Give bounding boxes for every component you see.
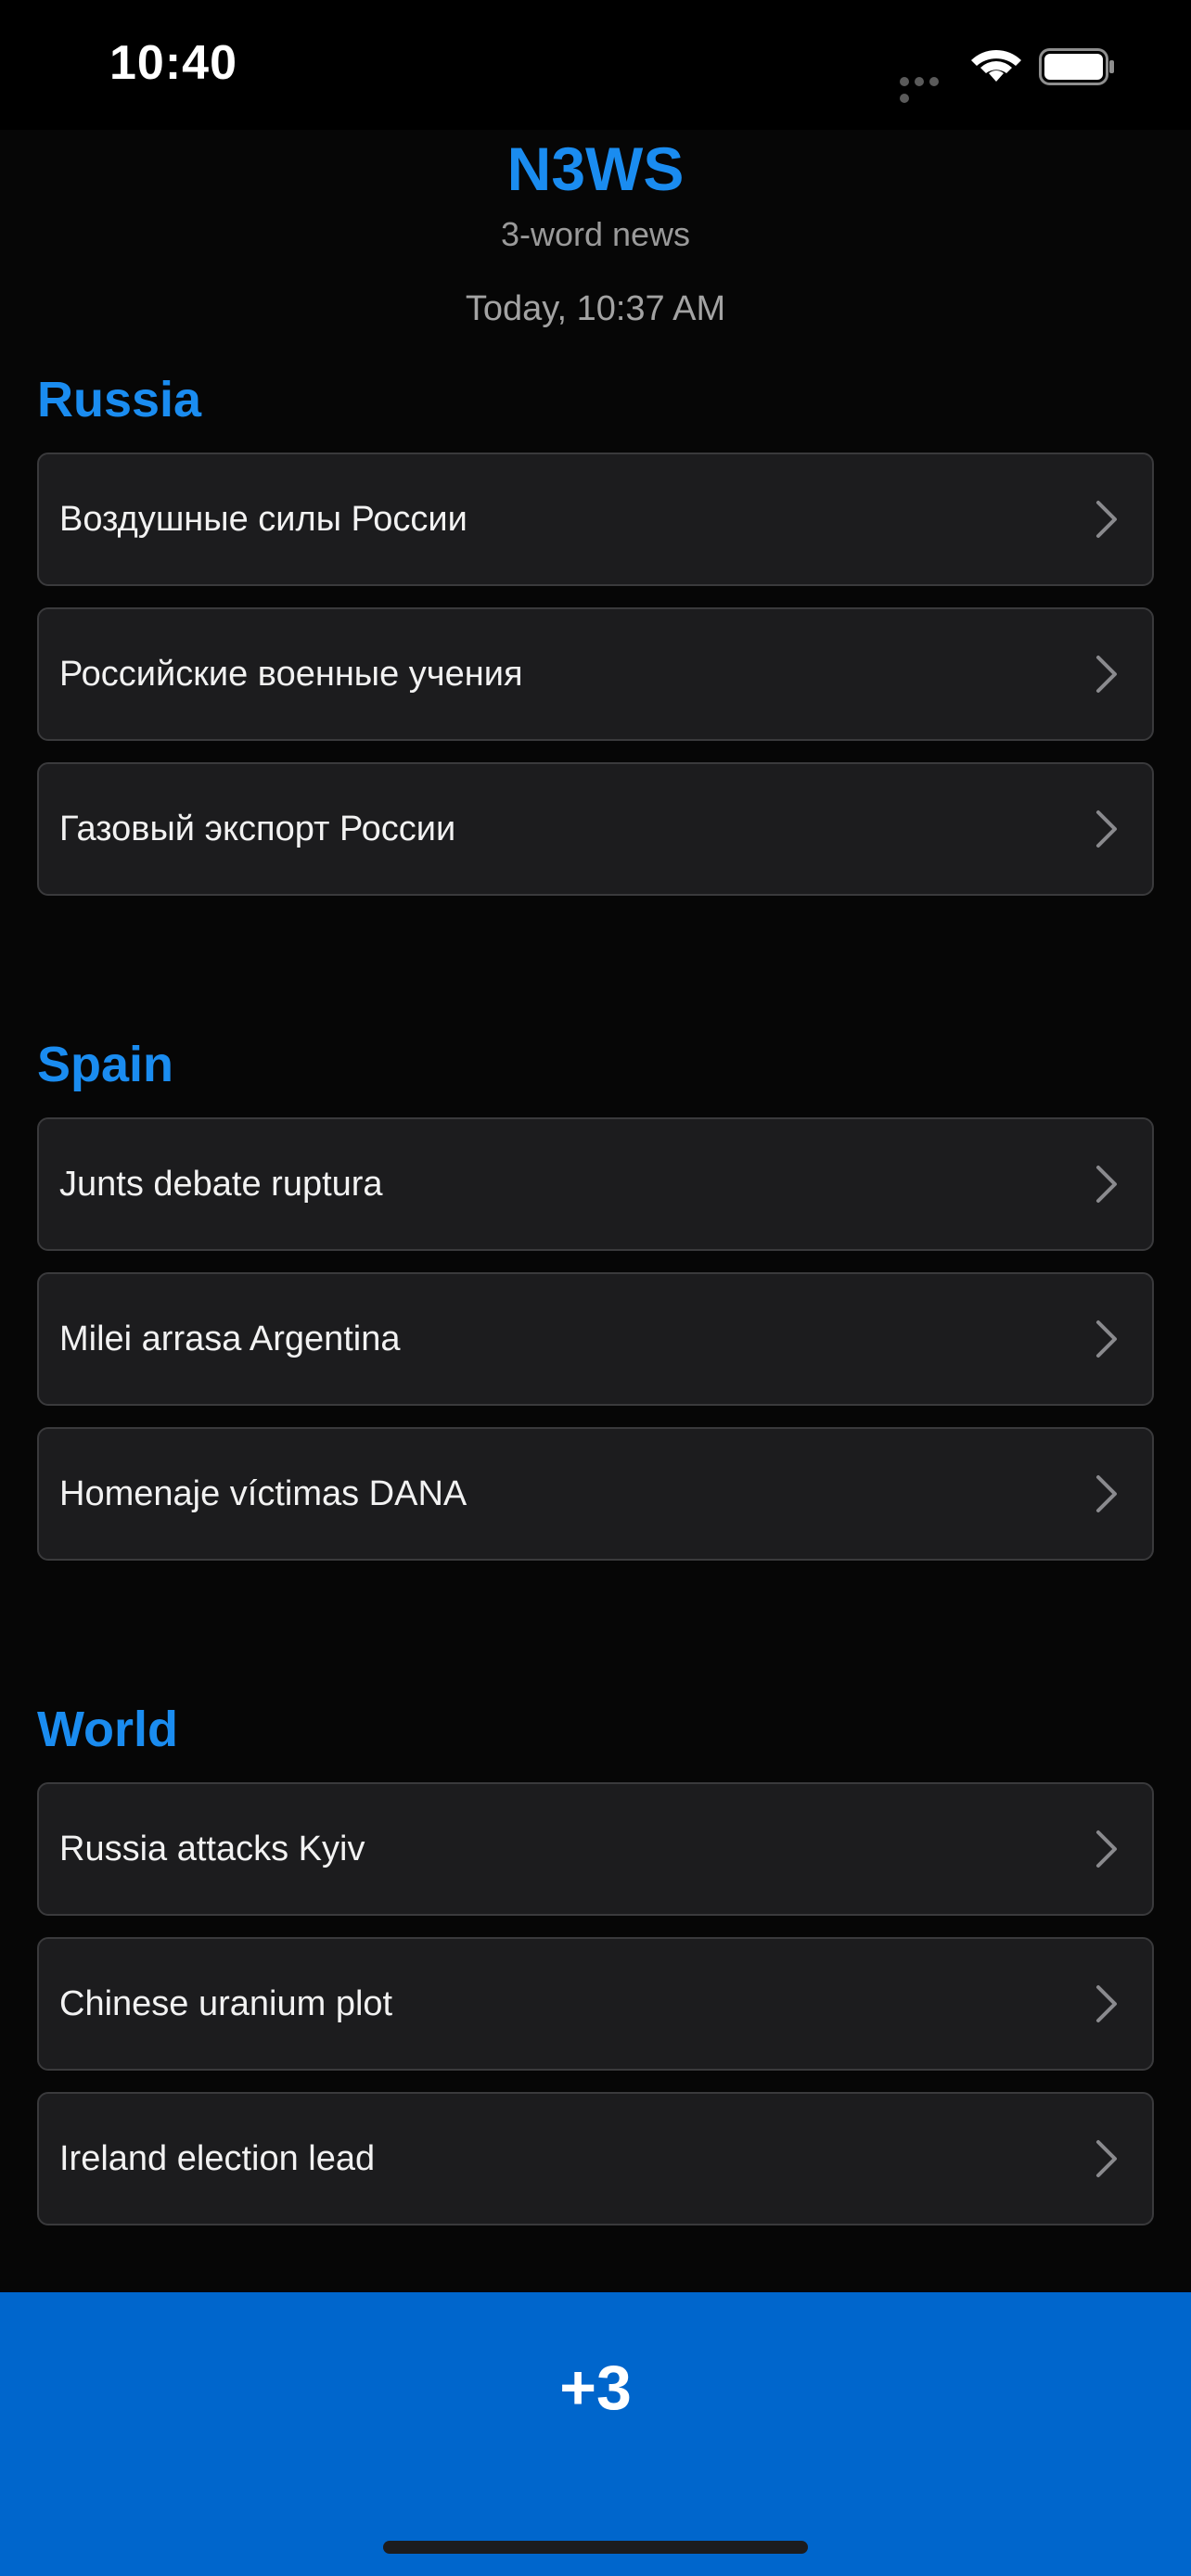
chevron-right-icon	[1096, 1985, 1117, 2022]
app-subtitle: 3-word news	[500, 215, 691, 253]
chevron-right-icon	[1096, 2140, 1117, 2177]
battery-icon	[1039, 48, 1114, 85]
news-item[interactable]: Ireland election lead	[37, 2092, 1154, 2225]
chevron-right-icon	[1096, 656, 1117, 693]
news-item-label: Russia attacks Kyiv	[59, 1829, 365, 1868]
app-title: N3WS	[506, 134, 685, 203]
news-item-label: Газовый экспорт России	[59, 809, 456, 848]
news-item[interactable]: Russia attacks Kyiv	[37, 1782, 1154, 1916]
news-item-label: Российские военные учения	[59, 654, 523, 694]
section-russia: Russia Воздушные силы России Российские …	[37, 367, 1154, 896]
section-title: World	[37, 1702, 178, 1757]
news-item-label: Воздушные силы России	[59, 499, 467, 539]
more-news-button[interactable]: +3	[0, 2292, 1191, 2483]
home-indicator[interactable]	[383, 2541, 808, 2554]
section-world: World Russia attacks Kyiv Chinese uraniu…	[37, 1697, 1154, 2225]
news-item[interactable]: Воздушные силы России	[37, 453, 1154, 586]
chevron-right-icon	[1096, 1320, 1117, 1358]
news-item[interactable]: Российские военные учения	[37, 607, 1154, 741]
news-item-label: Chinese uranium plot	[59, 1983, 393, 2023]
wifi-icon	[971, 50, 1021, 82]
chevron-right-icon	[1096, 1166, 1117, 1203]
news-item-label: Ireland election lead	[59, 2138, 376, 2178]
section-title: Russia	[37, 372, 202, 427]
section-title: Spain	[37, 1037, 174, 1092]
news-item-label: Homenaje víctimas DANA	[59, 1473, 467, 1513]
bottom-bar: +3	[0, 2292, 1191, 2576]
cellular-signal-icon	[900, 74, 957, 103]
status-time: 10:40	[109, 36, 237, 90]
chevron-right-icon	[1096, 501, 1117, 538]
chevron-right-icon	[1096, 1475, 1117, 1512]
news-item-label: Junts debate ruptura	[59, 1164, 383, 1204]
section-spain: Spain Junts debate ruptura Milei arrasa …	[37, 1032, 1154, 1561]
news-item[interactable]: Газовый экспорт России	[37, 762, 1154, 896]
status-bar: 10:40	[0, 0, 1191, 130]
news-sections: Russia Воздушные силы России Российские …	[37, 367, 1154, 2247]
news-item[interactable]: Milei arrasa Argentina	[37, 1272, 1154, 1406]
chevron-right-icon	[1096, 810, 1117, 848]
last-updated-time: Today, 10:37 AM	[465, 289, 726, 328]
chevron-right-icon	[1096, 1830, 1117, 1868]
news-item-label: Milei arrasa Argentina	[59, 1319, 401, 1358]
news-item[interactable]: Chinese uranium plot	[37, 1937, 1154, 2071]
news-item[interactable]: Homenaje víctimas DANA	[37, 1427, 1154, 1561]
news-item[interactable]: Junts debate ruptura	[37, 1117, 1154, 1251]
